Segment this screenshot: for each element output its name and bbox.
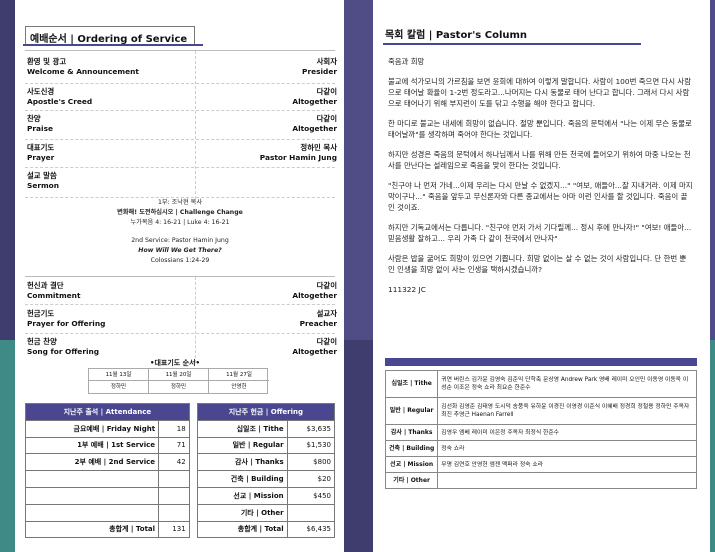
order-item: 찬양 Praise <box>27 114 53 133</box>
offering-names-table: 십일조 | Tithe 귀연 버린스 김가윤 김영숙 김준익 단학축 문상영 A… <box>384 370 697 489</box>
schedule-name: 정하민 <box>89 381 149 393</box>
table-row: 2부 예배 | 2nd Service 42 감사 | Thanks $800 <box>24 453 336 472</box>
row-divider <box>25 333 335 334</box>
sermon-first-service-title: 변화해! 도전하십시오 | Challenge Change <box>117 209 243 216</box>
schedule-date: 11월 20일 <box>149 369 209 381</box>
divider-dashed <box>195 51 196 199</box>
order-of-service-list-2: 헌신과 결단 Commitment 다같이 Altogether 헌금기도 Praye… <box>25 276 337 363</box>
row-divider <box>25 110 335 111</box>
attendance-offering-table: 지난주 출석 | Attendance 지난주 헌금 | Offering 금요… <box>24 403 336 539</box>
table-row: 선교 | Mission $450 <box>24 486 336 505</box>
row-divider <box>25 139 335 140</box>
ordering-title: 예배순서 | Ordering of Service <box>25 26 195 46</box>
column-paragraph: 하지만 기독교에서는 다릅니다. "친구야 먼저 가서 기다릴께... 정시 후… <box>388 223 692 243</box>
column-paragraph: 한 마디로 불교는 내세에 희망이 없습니다. 절망 뿐입니다. 죽음의 문턱에… <box>388 119 692 139</box>
table-row: 건축 | Building 정숙 쇼라 <box>384 440 697 457</box>
column-title: 목회 칼럼 | Pastor's Column <box>385 30 528 41</box>
order-item: 설교 말씀 Sermon <box>27 171 60 190</box>
row-divider <box>25 83 335 84</box>
sermon-second-service-scripture: Colossians 1:24-29 <box>150 257 210 264</box>
table-row: 기타 | Other <box>24 503 336 522</box>
order-item: 헌금기도 Prayer for Offering <box>27 309 106 328</box>
table-row: 금요예배 | Friday Night 18 십일조 | Tithe $3,635 <box>24 419 336 438</box>
row-divider <box>25 167 335 168</box>
attendance-header: 지난주 출석 | Attendance <box>25 403 190 421</box>
order-item: 환영 및 광고 Welcome & Announcement <box>27 57 139 76</box>
order-item: 사도신경 Apostle's Creed <box>27 87 93 106</box>
table-row: 기타 | Other <box>384 472 697 489</box>
column-paragraph: 사람은 밥을 굶어도 희망이 있으면 기쁩니다. 희망 없이는 살 수 없는 것… <box>388 254 687 274</box>
ordering-of-service-page: 예배순서 | Ordering of Service 환영 및 광고 Welcom… <box>15 0 344 552</box>
schedule-date: 11월 13일 <box>89 369 149 381</box>
order-leader: 사회자 Presider <box>302 57 337 76</box>
sermon-second-service-preacher: 2nd Service: Pastor Hamin Jung <box>131 237 229 244</box>
schedule-name: 안영헌 <box>231 384 247 390</box>
column-paragraph: 하지만 성경은 죽음의 문턱에서 하나님께서 나를 위해 만든 천국에 들어오기… <box>388 150 691 170</box>
table-row: 감사 | Thanks 김영우 엠베 레이미 이은정 주옥자 최정식 한준수 <box>384 424 697 441</box>
sermon-details: 1부: 조낙현 목사 변화해! 도전하십시오 | Challenge Chang… <box>25 198 335 276</box>
offering-names-header-bar <box>385 358 697 366</box>
order-leader: 다같이 Altogether <box>292 337 337 356</box>
schedule-date: 11월 27일 <box>209 369 269 381</box>
order-leader: 다같이 Altogether <box>292 87 337 106</box>
table-row: 선교 | Mission 무명 김연호 안영헌 엠젠 맥퍼라 정숙 쇼라 <box>384 456 697 473</box>
column-signature: 111322 JC <box>388 285 426 294</box>
table-row-total: 총합계 | Total 131 총합계 | Total $6,435 <box>24 520 336 539</box>
prayer-schedule-title: •대표기도 순서• <box>149 359 201 367</box>
column-paragraph: 불교에 석가모니의 가르침을 보면 윤회에 대하여 이렇게 말합니다. 사람이 … <box>388 77 692 108</box>
table-row: 1부 예배 | 1st Service 71 일반 | Regular $1,530 <box>24 436 336 455</box>
order-of-service-list: 환영 및 광고 Welcome & Announcement 사회자 Preside… <box>25 50 337 199</box>
sermon-first-service-preacher: 1부: 조낙현 목사 <box>157 199 203 206</box>
order-item: 헌금 찬양 Song for Offering <box>27 337 100 356</box>
order-item: 헌신과 결단 Commitment <box>27 281 81 300</box>
sermon-second-service-title: How Will We Get There? <box>138 247 222 254</box>
order-item: 대표기도 Prayer <box>27 143 55 162</box>
sermon-first-service-scripture: 누가복음 4: 16-21 | Luke 4: 16-21 <box>130 219 230 226</box>
title-underline <box>23 44 203 46</box>
column-heading: 죽음과 희망 <box>388 57 425 66</box>
title-underline <box>383 43 641 45</box>
row-divider <box>25 304 335 305</box>
pastors-column-page: 목회 칼럼 | Pastor's Column 죽음과 희망 불교에 석가모니의… <box>373 0 710 552</box>
order-leader: 다같이 Altogether <box>292 114 337 133</box>
column-paragraph: "친구야 나 먼저 가네...이제 우리는 다시 만날 수 없겠지..." "여… <box>388 181 693 212</box>
order-leader: 다같이 Altogether <box>292 281 337 300</box>
schedule-name: 정하민 <box>149 381 209 393</box>
divider-dashed <box>195 277 196 363</box>
table-row: 일반 | Regular 김선화 김영준 김태영 도시덕 송풍욱 유하윤 이경진… <box>384 397 697 425</box>
column-body: 죽음과 희망 불교에 석가모니의 가르침을 보면 윤회에 대하여 이렇게 말합니… <box>388 56 693 304</box>
prayer-schedule-grid: 11월 13일 11월 20일 11월 27일 정하민 정하민 안영헌 <box>88 368 269 394</box>
offering-header: 지난주 헌금 | Offering <box>196 403 336 421</box>
table-row: 건축 | Building $20 <box>24 470 336 488</box>
order-leader: 정하민 목사 Pastor Hamin Jung <box>259 143 337 162</box>
table-row: 십일조 | Tithe 귀연 버린스 김가윤 김영숙 김준익 단학축 문상영 A… <box>384 370 697 398</box>
order-leader: 설교자 Preacher <box>299 309 337 328</box>
